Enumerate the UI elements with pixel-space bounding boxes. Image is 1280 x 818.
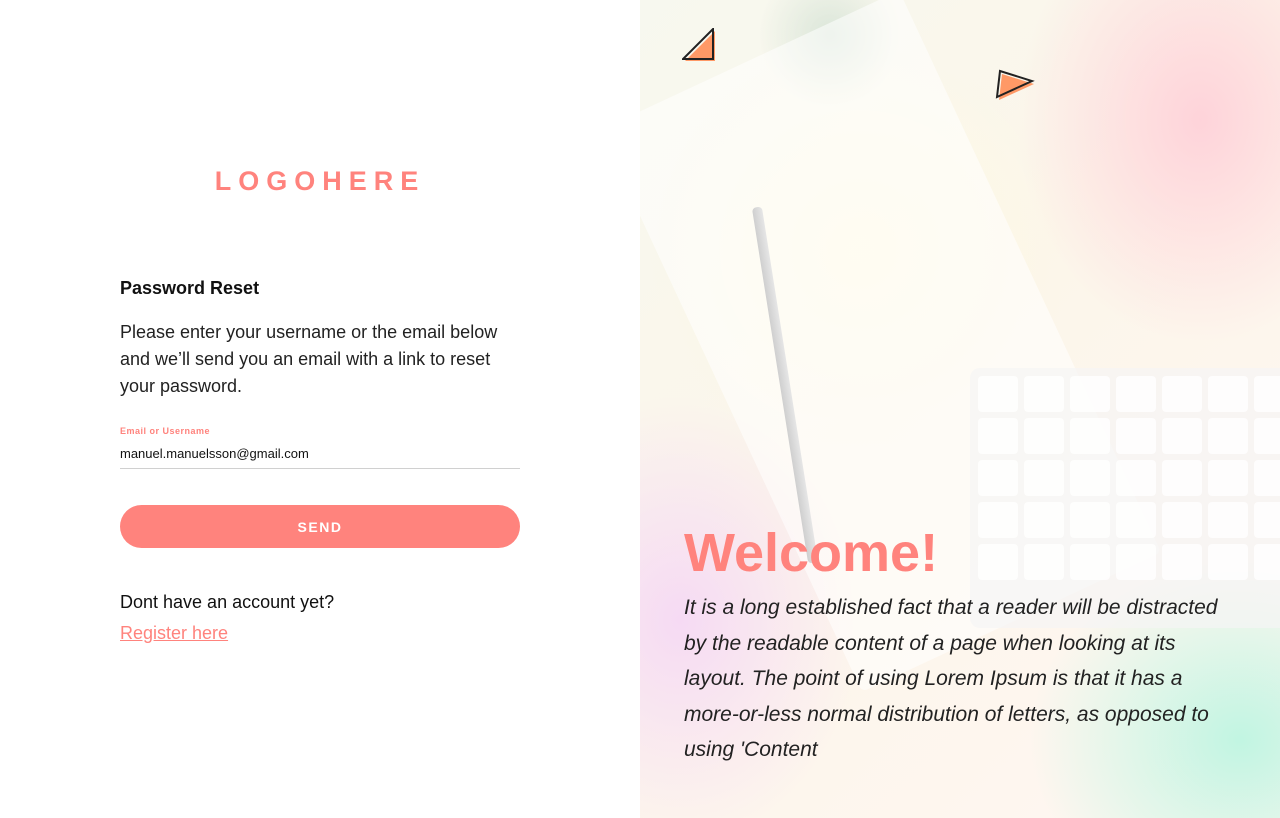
keyboard-key [1162,460,1202,496]
form-description: Please enter your username or the email … [120,322,498,396]
keyboard-key [1116,502,1156,538]
keyboard-key [1070,544,1110,580]
keyboard-key [1024,502,1064,538]
keyboard-key [1024,376,1064,412]
keyboard-key [1162,418,1202,454]
keyboard-image [970,368,1280,628]
email-field-label: Email or Username [120,426,211,436]
keyboard-key [1208,502,1248,538]
keyboard-key [1024,460,1064,496]
keyboard-key [1254,544,1280,580]
password-reset-form: Password Reset Please enter your usernam… [120,278,520,644]
keyboard-key [978,460,1018,496]
keyboard-key [1254,460,1280,496]
keyboard-key [1070,502,1110,538]
keyboard-key [1116,418,1156,454]
triangle-icon [995,69,1035,100]
form-title: Password Reset [120,278,260,298]
triangle-icon [682,28,715,61]
logo: LOGOHERE [214,166,426,196]
keyboard-key [1254,502,1280,538]
login-panel: LOGOHERE Password Reset Please enter you… [0,0,640,818]
keyboard-key [1162,376,1202,412]
keyboard-key [1162,502,1202,538]
keyboard-key [978,376,1018,412]
keyboard-key [1208,544,1248,580]
keyboard-key [1208,460,1248,496]
welcome-title: Welcome! [684,523,939,583]
no-account-text: Dont have an account yet? [120,592,335,612]
keyboard-key [1254,376,1280,412]
email-or-username-input[interactable] [120,445,520,469]
send-button[interactable]: SEND [120,505,520,548]
keyboard-key [978,544,1018,580]
keyboard-key [1070,418,1110,454]
register-link[interactable]: Register here [120,623,228,644]
hero-panel: Welcome! It is a long established fact t… [640,0,1280,818]
keyboard-key [1116,544,1156,580]
keyboard-key [1208,376,1248,412]
keyboard-key [1162,544,1202,580]
page: LOGOHERE Password Reset Please enter you… [0,0,1280,818]
keyboard-key [1254,418,1280,454]
keyboard-key [978,502,1018,538]
keyboard-key [1208,418,1248,454]
keyboard-key [1116,376,1156,412]
keyboard-key [1024,418,1064,454]
keyboard-key [1070,460,1110,496]
welcome-text: It is a long established fact that a rea… [684,596,1218,761]
keyboard-key [978,418,1018,454]
keyboard-key [1024,544,1064,580]
keyboard-key [1116,460,1156,496]
keyboard-key [1070,376,1110,412]
